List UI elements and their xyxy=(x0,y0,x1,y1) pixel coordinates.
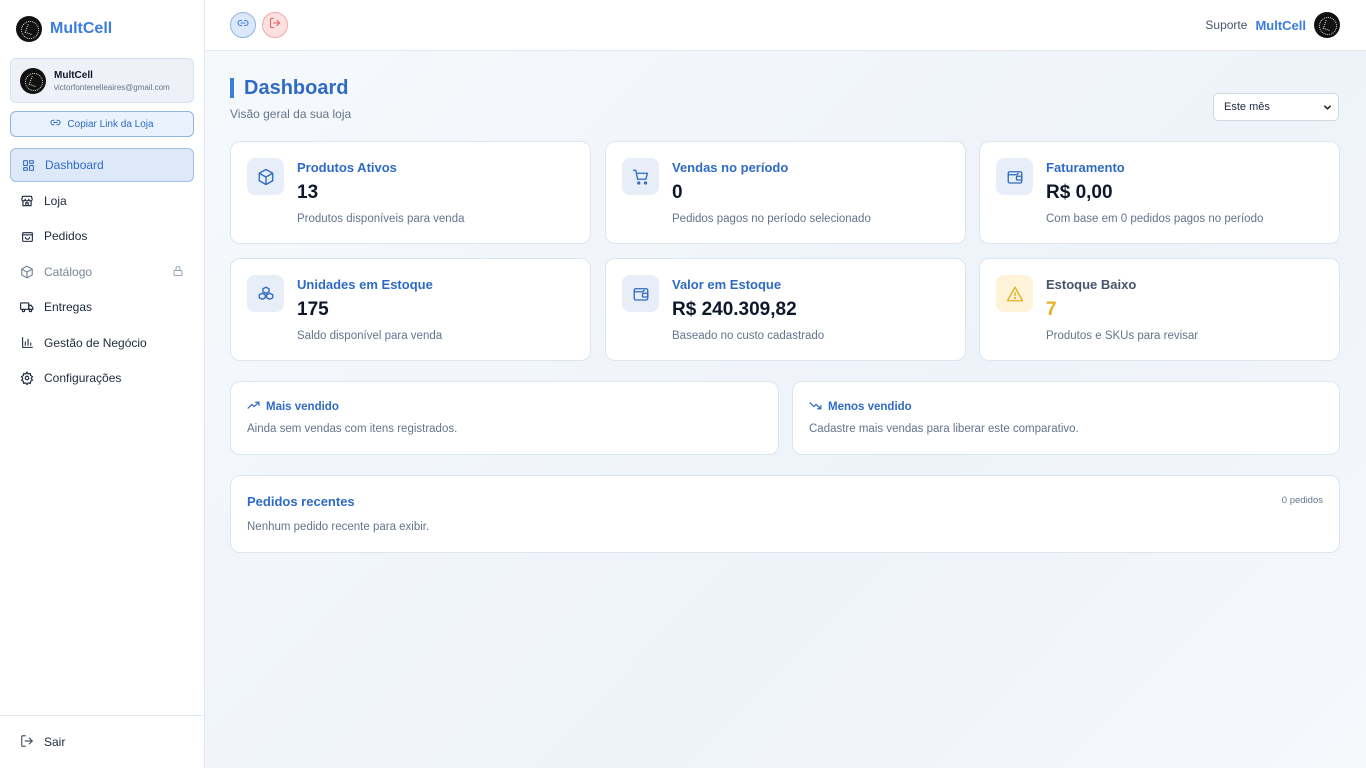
sidebar-item-catalogo[interactable]: Catálogo xyxy=(10,255,194,289)
logout-icon-button[interactable] xyxy=(262,12,288,38)
stat-value: 0 xyxy=(672,182,683,203)
logout-button[interactable]: Sair xyxy=(0,715,204,768)
sidebar-item-label: Entregas xyxy=(44,300,93,314)
sidebar-item-label: Gestão de Negócio xyxy=(44,335,147,350)
stat-description: Produtos e SKUs para revisar xyxy=(1046,330,1199,342)
sidebar-nav: Dashboard Loja Pedidos Catálogo Entregas… xyxy=(10,148,194,397)
stat-description: Com base em 0 pedidos pagos no período xyxy=(1046,213,1264,225)
brand-name: MultCell xyxy=(50,20,113,37)
stat-card-unidades-em-estoque: Unidades em Estoque 175 Saldo disponível… xyxy=(230,258,591,361)
stat-card-faturamento: Faturamento R$ 0,00 Com base em 0 pedido… xyxy=(979,141,1340,244)
best-seller-title: Mais vendido xyxy=(247,399,339,415)
bag-icon xyxy=(20,229,34,243)
avatar[interactable] xyxy=(1314,12,1340,38)
stat-value: 7 xyxy=(1046,299,1057,320)
chevron-down-icon xyxy=(1322,102,1333,116)
bar-chart-icon xyxy=(20,336,34,350)
truck-icon xyxy=(20,300,34,314)
stat-label: Vendas no período xyxy=(672,160,789,175)
stat-description: Produtos disponíveis para venda xyxy=(297,213,465,225)
support-link[interactable]: Suporte xyxy=(1205,18,1247,32)
stat-label: Produtos Ativos xyxy=(297,160,397,175)
top-bar: Suporte MultCell xyxy=(205,0,1366,51)
gear-icon xyxy=(20,371,34,385)
sidebar-item-dashboard[interactable]: Dashboard xyxy=(10,148,194,182)
best-seller-card: Mais vendido Ainda sem vendas com itens … xyxy=(230,381,779,455)
period-select[interactable]: Este mês xyxy=(1213,93,1339,121)
stat-label: Estoque Baixo xyxy=(1046,277,1137,292)
warning-icon xyxy=(996,275,1033,312)
sidebar: MultCell MultCell victorfontenelleaires@… xyxy=(0,0,205,768)
user-email: victorfontenelleaires@gmail.com xyxy=(54,82,170,92)
sidebar-item-label: Loja xyxy=(44,193,67,208)
top-right-group: Suporte MultCell xyxy=(1205,12,1340,38)
recent-orders-title: Pedidos recentes xyxy=(247,494,355,509)
sidebar-item-pedidos[interactable]: Pedidos xyxy=(10,219,194,253)
dashboard-icon xyxy=(21,158,35,172)
link-icon xyxy=(237,16,249,34)
stat-label: Faturamento xyxy=(1046,160,1125,175)
sidebar-item-label: Configurações xyxy=(44,371,122,385)
sidebar-item-label: Catálogo xyxy=(44,264,93,279)
best-seller-description: Ainda sem vendas com itens registrados. xyxy=(247,423,458,435)
copy-link-icon-button[interactable] xyxy=(230,12,256,38)
logout-icon xyxy=(20,734,34,751)
wallet-icon xyxy=(996,158,1033,195)
stat-value: R$ 240.309,82 xyxy=(672,299,797,320)
stat-card-vendas-no-periodo: Vendas no período 0 Pedidos pagos no per… xyxy=(605,141,966,244)
sidebar-item-loja[interactable]: Loja xyxy=(10,184,194,218)
user-card[interactable]: MultCell victorfontenelleaires@gmail.com xyxy=(10,58,194,103)
page-title: Dashboard xyxy=(230,78,348,98)
recent-orders-empty: Nenhum pedido recente para exibir. xyxy=(247,521,430,533)
stat-description: Saldo disponível para venda xyxy=(297,330,443,342)
trending-down-icon xyxy=(809,399,822,415)
best-seller-title-text: Mais vendido xyxy=(266,401,339,413)
stat-description: Baseado no custo cadastrado xyxy=(672,330,825,342)
stat-card-estoque-baixo: Estoque Baixo 7 Produtos e SKUs para rev… xyxy=(979,258,1340,361)
stat-value: 175 xyxy=(297,299,329,320)
sidebar-item-configuracoes[interactable]: Configurações xyxy=(10,361,194,395)
brand[interactable]: MultCell xyxy=(16,16,112,42)
stat-description: Pedidos pagos no período selecionado xyxy=(672,213,871,225)
sidebar-item-entregas[interactable]: Entregas xyxy=(10,290,194,324)
page-subtitle: Visão geral da sua loja xyxy=(230,107,352,121)
stat-card-valor-em-estoque: Valor em Estoque R$ 240.309,82 Baseado n… xyxy=(605,258,966,361)
trending-up-icon xyxy=(247,399,260,415)
box-icon xyxy=(20,265,34,279)
sidebar-item-gestao-de-negocio[interactable]: Gestão de Negócio xyxy=(10,326,194,360)
copy-store-link-button[interactable]: Copiar Link da Loja xyxy=(10,111,194,137)
boxes-icon xyxy=(247,275,284,312)
stat-card-produtos-ativos: Produtos Ativos 13 Produtos disponíveis … xyxy=(230,141,591,244)
stat-value: 13 xyxy=(297,182,319,203)
stat-label: Valor em Estoque xyxy=(672,277,782,292)
top-brand-name: MultCell xyxy=(1255,17,1306,33)
cart-icon xyxy=(622,158,659,195)
stat-label: Unidades em Estoque xyxy=(297,277,433,292)
link-icon xyxy=(50,117,61,131)
copy-link-label: Copiar Link da Loja xyxy=(67,118,154,130)
store-icon xyxy=(20,194,34,208)
logout-icon xyxy=(269,16,281,34)
stat-value: R$ 0,00 xyxy=(1046,182,1113,203)
worst-seller-title-text: Menos vendido xyxy=(828,401,912,413)
package-icon xyxy=(247,158,284,195)
lock-icon xyxy=(172,265,184,280)
user-name: MultCell xyxy=(54,69,93,81)
period-select-value: Este mês xyxy=(1224,101,1270,113)
wallet-icon xyxy=(622,275,659,312)
sidebar-item-label: Pedidos xyxy=(44,229,88,243)
logout-label: Sair xyxy=(44,735,66,749)
worst-seller-description: Cadastre mais vendas para liberar este c… xyxy=(809,423,1079,435)
worst-seller-card: Menos vendido Cadastre mais vendas para … xyxy=(792,381,1340,455)
recent-orders-card: Pedidos recentes 0 pedidos Nenhum pedido… xyxy=(230,475,1340,553)
worst-seller-title: Menos vendido xyxy=(809,399,912,415)
avatar xyxy=(20,67,46,94)
brand-logo xyxy=(16,16,42,42)
main-content: Dashboard Visão geral da sua loja Este m… xyxy=(205,51,1366,768)
recent-orders-count: 0 pedidos xyxy=(1281,495,1323,506)
sidebar-item-label: Dashboard xyxy=(45,158,104,172)
